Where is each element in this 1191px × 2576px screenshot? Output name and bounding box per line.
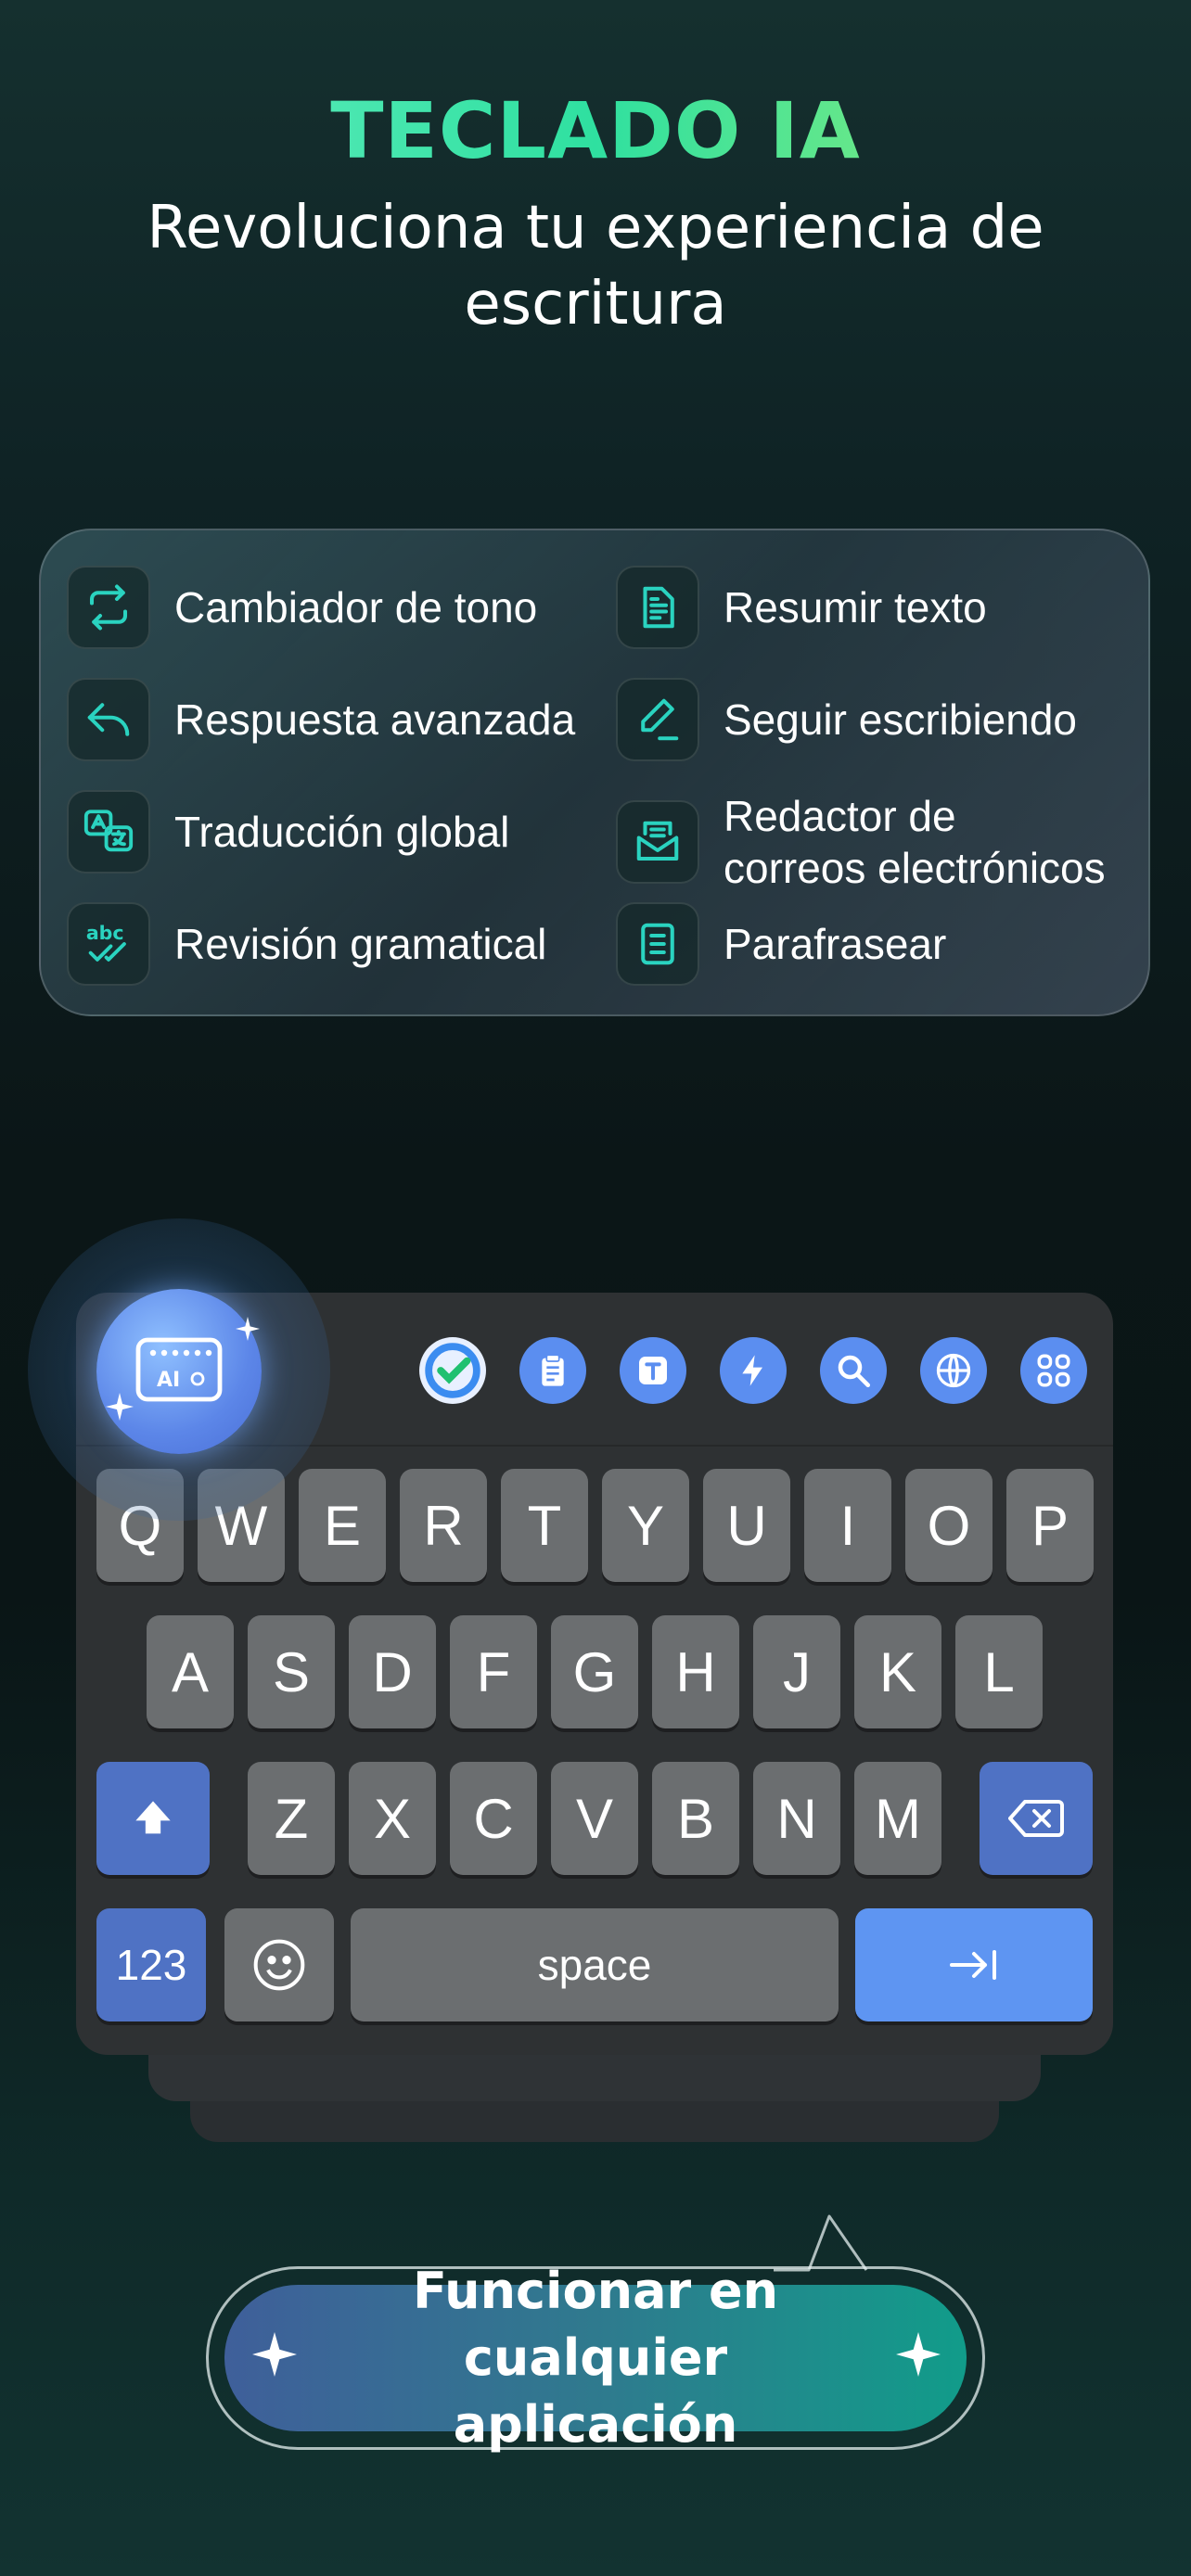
feature-advanced-reply[interactable]: Respuesta avanzada [67, 678, 575, 761]
ai-keyboard-icon: AI [135, 1337, 223, 1402]
feature-grammar-check[interactable]: abc Revisión gramatical [67, 902, 546, 986]
key-p[interactable]: P [1006, 1469, 1094, 1582]
key-s[interactable]: S [248, 1615, 335, 1728]
enter-key[interactable] [855, 1908, 1093, 2021]
subtitle-text: Revoluciona tu experiencia de escritura [147, 194, 1044, 338]
feature-summarize[interactable]: Resumir texto [616, 566, 987, 649]
sparkle-icon [106, 1393, 134, 1421]
feature-label: Redactor de correos electrónicos [724, 792, 1106, 892]
key-o[interactable]: O [905, 1469, 992, 1582]
key-k[interactable]: K [854, 1615, 941, 1728]
abc-check-icon: abc [67, 902, 150, 986]
key-y[interactable]: Y [602, 1469, 689, 1582]
feature-email-writer[interactable]: Redactor de correos electrónicos [616, 790, 1106, 894]
feature-keep-writing[interactable]: Seguir escribiendo [616, 678, 1077, 761]
feature-global-translation[interactable]: Traducción global [67, 790, 509, 874]
feature-label: Traducción global [174, 808, 510, 856]
key-j[interactable]: J [753, 1615, 840, 1728]
feature-label: Revisión gramatical [174, 920, 547, 968]
svg-text:abc: abc [86, 922, 124, 944]
page-title: TECLADO IA [0, 85, 1191, 176]
tab-arrow-icon [950, 1950, 996, 1980]
key-i[interactable]: I [804, 1469, 891, 1582]
feature-label: Respuesta avanzada [174, 695, 576, 744]
globe-icon[interactable] [920, 1337, 987, 1404]
feature-label: Cambiador de tono [174, 583, 538, 631]
space-key[interactable]: space [351, 1908, 839, 2021]
key-l[interactable]: L [955, 1615, 1043, 1728]
feature-paraphrase[interactable]: Parafrasear [616, 902, 946, 986]
key-m[interactable]: M [854, 1762, 941, 1875]
key-f[interactable]: F [450, 1615, 537, 1728]
translate-icon [67, 790, 150, 874]
text-icon[interactable] [620, 1337, 686, 1404]
ai-keyboard-button[interactable]: AI [96, 1289, 262, 1454]
backspace-icon [1008, 1800, 1064, 1837]
apps-grid-icon[interactable] [1020, 1337, 1087, 1404]
search-icon[interactable] [820, 1337, 887, 1404]
reply-icon [67, 678, 150, 761]
key-d[interactable]: D [349, 1615, 436, 1728]
feature-tone-changer[interactable]: Cambiador de tono [67, 566, 537, 649]
key-v[interactable]: V [551, 1762, 638, 1875]
numbers-key[interactable]: 123 [96, 1908, 206, 2021]
pen-icon [616, 678, 699, 761]
key-b[interactable]: B [652, 1762, 739, 1875]
cta-label: Funcionar en cualquier aplicación [412, 2262, 779, 2454]
paraphrase-icon [616, 902, 699, 986]
page-subtitle: Revoluciona tu experiencia de escritura [0, 190, 1191, 342]
refresh-icon [67, 566, 150, 649]
key-n[interactable]: N [753, 1762, 840, 1875]
backspace-key[interactable] [980, 1762, 1093, 1875]
shift-icon [135, 1801, 171, 1834]
shift-key[interactable] [96, 1762, 210, 1875]
key-e[interactable]: E [299, 1469, 386, 1582]
key-u[interactable]: U [703, 1469, 790, 1582]
document-icon [616, 566, 699, 649]
key-z[interactable]: Z [248, 1762, 335, 1875]
key-g[interactable]: G [551, 1615, 638, 1728]
feature-label: Seguir escribiendo [724, 695, 1078, 744]
feature-label: Parafrasear [724, 920, 947, 968]
key-x[interactable]: X [349, 1762, 436, 1875]
bolt-icon[interactable] [720, 1337, 787, 1404]
key-r[interactable]: R [400, 1469, 487, 1582]
features-card: Cambiador de tono Respuesta avanzada Tra… [39, 529, 1150, 1016]
cta-button[interactable]: Funcionar en cualquier aplicación [224, 2262, 967, 2454]
grammar-check-icon[interactable] [419, 1337, 486, 1404]
key-h[interactable]: H [652, 1615, 739, 1728]
emoji-key[interactable] [224, 1908, 334, 2021]
ai-label: AI [157, 1369, 180, 1392]
sparkle-icon [236, 1317, 260, 1341]
key-a[interactable]: A [147, 1615, 234, 1728]
smiley-icon [253, 1939, 305, 1991]
clipboard-icon[interactable] [519, 1337, 586, 1404]
key-c[interactable]: C [450, 1762, 537, 1875]
mail-icon [616, 800, 699, 884]
feature-label: Resumir texto [724, 583, 987, 631]
sparkle-right-icon [896, 2332, 941, 2377]
key-t[interactable]: T [501, 1469, 588, 1582]
sparkle-left-icon [252, 2332, 297, 2377]
